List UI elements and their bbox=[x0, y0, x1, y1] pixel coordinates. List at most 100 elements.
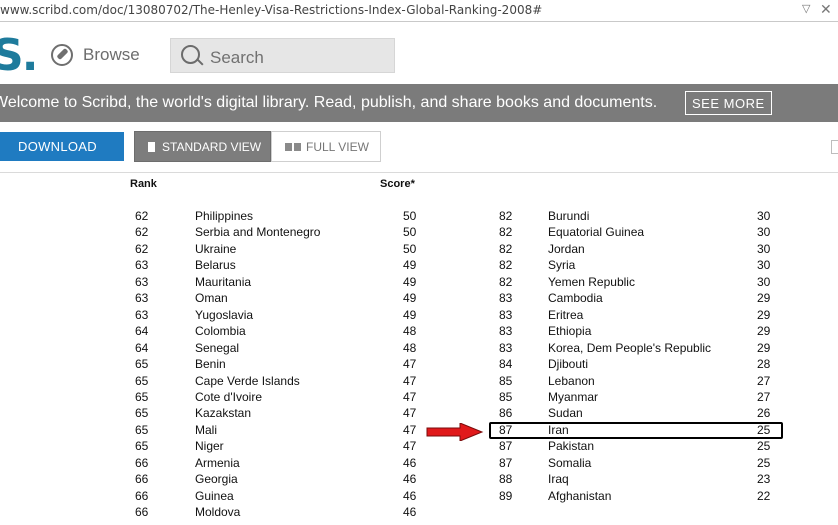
site-header: S. Browse Search bbox=[0, 22, 838, 84]
score-cell: 47 bbox=[403, 357, 417, 372]
rank-cell: 82 bbox=[499, 274, 513, 289]
scribd-logo[interactable]: S. bbox=[0, 30, 38, 81]
score-header: Score* bbox=[380, 178, 415, 190]
score-cell: 46 bbox=[403, 488, 417, 503]
download-button[interactable]: DOWNLOAD bbox=[0, 132, 124, 161]
country-cell: Cambodia bbox=[548, 291, 603, 306]
score-cell: 30 bbox=[757, 241, 771, 256]
country-cell: Yugoslavia bbox=[195, 307, 254, 322]
country-cell: Afghanistan bbox=[548, 488, 612, 503]
score-cell: 23 bbox=[757, 472, 771, 487]
browse-button[interactable]: Browse bbox=[51, 41, 140, 69]
score-cell: 46 bbox=[403, 455, 417, 470]
full-view-button[interactable]: FULL VIEW bbox=[271, 131, 381, 162]
country-cell: Colombia bbox=[195, 324, 246, 339]
search-input[interactable]: Search bbox=[170, 38, 395, 73]
country-cell: Myanmar bbox=[548, 389, 599, 404]
score-cell: 47 bbox=[403, 439, 417, 454]
close-icon[interactable]: ✕ bbox=[820, 1, 832, 18]
country-cell: Syria bbox=[548, 258, 576, 273]
welcome-message: Welcome to Scribd, the world's digital l… bbox=[0, 94, 658, 111]
rank-cell: 83 bbox=[499, 340, 513, 355]
country-cell: Jordan bbox=[548, 241, 585, 256]
country-cell: Ethiopia bbox=[548, 324, 592, 339]
rank-cell: 82 bbox=[499, 225, 513, 240]
score-cell: 50 bbox=[403, 209, 417, 223]
score-cell: 22 bbox=[757, 488, 771, 503]
rank-cell: 82 bbox=[499, 258, 513, 273]
country-cell: Benin bbox=[195, 357, 226, 372]
country-cell: Armenia bbox=[195, 455, 240, 470]
rank-cell: 65 bbox=[135, 373, 149, 388]
country-cell: Eritrea bbox=[548, 307, 584, 322]
rank-cell: 63 bbox=[135, 307, 149, 322]
score-cell: 49 bbox=[403, 307, 417, 322]
checkbox[interactable] bbox=[831, 140, 838, 154]
country-cell: Belarus bbox=[195, 258, 236, 273]
score-cell: 30 bbox=[757, 258, 771, 273]
search-icon bbox=[181, 45, 200, 64]
rank-cell: 89 bbox=[499, 488, 513, 503]
compass-icon bbox=[51, 44, 73, 66]
browse-label: Browse bbox=[83, 45, 140, 64]
rank-cell: 83 bbox=[499, 291, 513, 306]
score-cell: 49 bbox=[403, 258, 417, 273]
score-cell: 30 bbox=[757, 209, 771, 223]
rank-cell: 84 bbox=[499, 357, 513, 372]
country-cell: Lebanon bbox=[548, 373, 595, 388]
see-more-button[interactable]: SEE MORE bbox=[685, 91, 772, 115]
rank-cell: 66 bbox=[135, 488, 149, 503]
country-cell: Niger bbox=[195, 439, 224, 454]
url-text[interactable]: www.scribd.com/doc/13080702/The-Henley-V… bbox=[0, 3, 542, 17]
score-cell: 49 bbox=[403, 291, 417, 306]
standard-view-button[interactable]: STANDARD VIEW bbox=[134, 131, 271, 162]
score-cell: 50 bbox=[403, 225, 417, 240]
rank-cell: 82 bbox=[499, 209, 513, 223]
country-cell: Djibouti bbox=[548, 357, 589, 372]
score-cell: 25 bbox=[757, 439, 771, 454]
country-cell: Guinea bbox=[195, 488, 234, 503]
rank-cell: 66 bbox=[135, 505, 149, 520]
score-cell: 48 bbox=[403, 324, 417, 339]
document-toolbar: DOWNLOAD STANDARD VIEW FULL VIEW bbox=[0, 122, 838, 173]
country-cell: Serbia and Montenegro bbox=[195, 225, 321, 240]
score-cell: 49 bbox=[403, 274, 417, 289]
welcome-banner: Welcome to Scribd, the world's digital l… bbox=[0, 84, 838, 122]
score-cell: 47 bbox=[403, 389, 417, 404]
score-cell: 48 bbox=[403, 340, 417, 355]
full-view-label: FULL VIEW bbox=[306, 140, 369, 154]
score-cell: 29 bbox=[757, 340, 771, 355]
rank-header: Rank bbox=[130, 178, 157, 190]
score-cell: 29 bbox=[757, 307, 771, 322]
country-cell: Georgia bbox=[195, 472, 238, 487]
country-cell: Ukraine bbox=[195, 241, 237, 256]
standard-view-label: STANDARD VIEW bbox=[162, 140, 262, 154]
rank-cell: 87 bbox=[499, 439, 513, 454]
rank-cell: 83 bbox=[499, 324, 513, 339]
rank-cell: 64 bbox=[135, 324, 149, 339]
country-cell: Burundi bbox=[548, 209, 590, 223]
dropdown-arrow-icon[interactable]: ▽ bbox=[802, 2, 810, 15]
page-icon bbox=[148, 142, 155, 152]
country-cell: Equatorial Guinea bbox=[548, 225, 645, 240]
rank-cell: 65 bbox=[135, 406, 149, 421]
country-cell: Philippines bbox=[195, 209, 254, 223]
country-cell: Senegal bbox=[195, 340, 240, 355]
score-cell: 47 bbox=[403, 422, 417, 437]
rank-cell: 65 bbox=[135, 439, 149, 454]
rank-cell: 63 bbox=[135, 258, 149, 273]
country-cell: Oman bbox=[195, 291, 228, 306]
score-cell: 29 bbox=[757, 291, 771, 306]
rank-cell: 65 bbox=[135, 389, 149, 404]
rank-cell: 65 bbox=[135, 422, 149, 437]
score-cell: 26 bbox=[757, 406, 771, 421]
address-bar[interactable]: www.scribd.com/doc/13080702/The-Henley-V… bbox=[0, 0, 838, 22]
country-cell: Korea, Dem People's Republic bbox=[548, 340, 712, 355]
iran-highlight-box bbox=[489, 422, 783, 439]
score-cell: 27 bbox=[757, 389, 771, 404]
rank-cell: 85 bbox=[499, 373, 513, 388]
rank-cell: 66 bbox=[135, 455, 149, 470]
score-cell: 46 bbox=[403, 472, 417, 487]
country-cell: Mauritania bbox=[195, 274, 252, 289]
score-cell: 28 bbox=[757, 357, 771, 372]
